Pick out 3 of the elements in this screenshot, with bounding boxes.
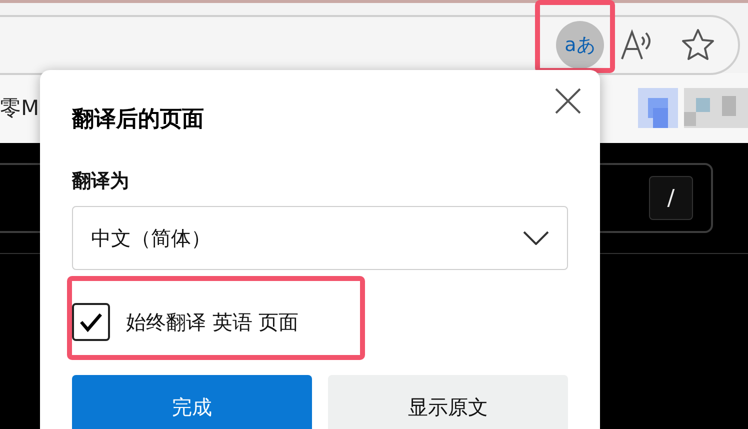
shortcut-key: / (649, 176, 693, 220)
popup-title: 翻译后的页面 (72, 106, 205, 134)
field-label: 翻译为 (72, 169, 130, 194)
